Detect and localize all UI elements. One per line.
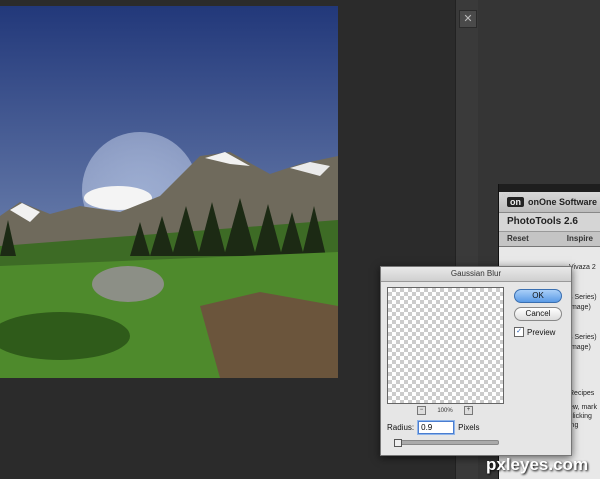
- onone-logo-mark: on: [507, 197, 524, 207]
- zoom-level: 100%: [437, 407, 453, 414]
- reset-button[interactable]: Reset: [507, 232, 529, 246]
- inspire-button[interactable]: Inspire: [567, 232, 593, 246]
- dialog-title: Gaussian Blur: [381, 267, 571, 282]
- zoom-out-button[interactable]: −: [417, 406, 426, 415]
- gaussian-blur-dialog: Gaussian Blur − 100% + OK Cancel ✓ Previ…: [380, 266, 572, 456]
- preview-label: Preview: [527, 327, 556, 337]
- list-item[interactable]: Image): [569, 304, 591, 311]
- radius-slider[interactable]: [394, 439, 499, 447]
- document-photo[interactable]: [0, 6, 338, 378]
- list-item: clicking: [569, 413, 592, 420]
- list-item[interactable]: Vivaza 2: [569, 264, 596, 271]
- phototools-title: PhotoTools 2.6: [499, 213, 600, 232]
- radius-row: Radius: 0.9 Pixels: [387, 421, 479, 434]
- watermark: pxleyes.com: [486, 455, 589, 474]
- list-item[interactable]: s Series): [569, 294, 597, 301]
- list-item[interactable]: Recipes: [569, 390, 594, 397]
- checkmark-icon[interactable]: ✓: [514, 327, 524, 337]
- onone-panel-header: onOne: [499, 184, 600, 199]
- mountain-landscape-image: [0, 6, 338, 378]
- radius-label: Radius:: [387, 423, 415, 432]
- radius-input[interactable]: 0.9: [418, 421, 455, 434]
- cancel-button[interactable]: Cancel: [514, 307, 562, 321]
- preview-checkbox-row[interactable]: ✓ Preview: [514, 327, 555, 337]
- ok-button[interactable]: OK: [514, 289, 562, 303]
- collapse-arrows-icon[interactable]: ✕: [459, 10, 477, 28]
- reset-inspire-bar: Reset Inspire: [499, 232, 600, 247]
- preview-canvas[interactable]: [387, 287, 504, 404]
- radius-unit: Pixels: [458, 423, 480, 432]
- list-item: ew, mark: [569, 404, 598, 411]
- slider-thumb[interactable]: [394, 439, 402, 447]
- zoom-controls: − 100% +: [417, 406, 473, 415]
- list-item[interactable]: Image): [569, 344, 591, 351]
- onone-logo-text: onOne Software: [528, 197, 598, 207]
- zoom-in-button[interactable]: +: [463, 406, 473, 415]
- list-item[interactable]: s Series): [569, 334, 597, 341]
